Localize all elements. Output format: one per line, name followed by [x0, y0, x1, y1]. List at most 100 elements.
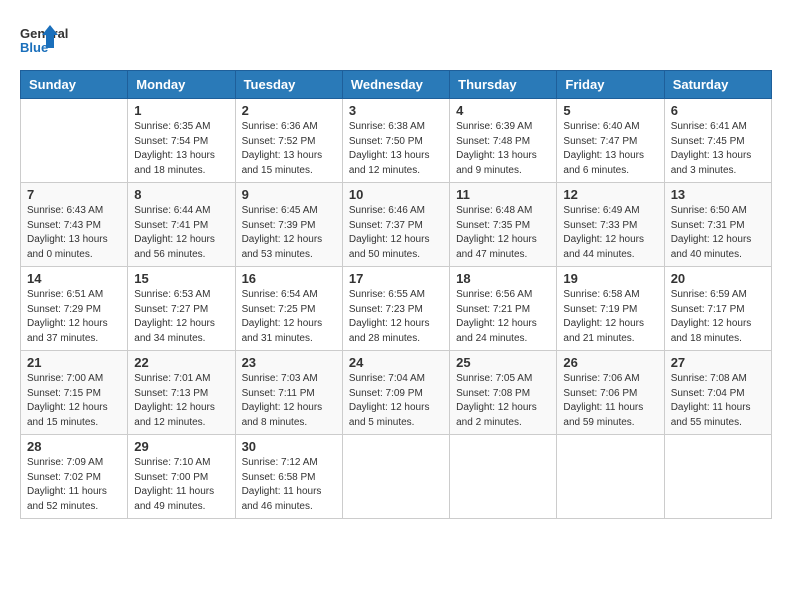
- day-number: 6: [671, 103, 765, 118]
- calendar-cell: 20 Sunrise: 6:59 AM Sunset: 7:17 PM Dayli…: [664, 267, 771, 351]
- day-number: 28: [27, 439, 121, 454]
- calendar-cell: 12 Sunrise: 6:49 AM Sunset: 7:33 PM Dayli…: [557, 183, 664, 267]
- calendar-cell: [21, 99, 128, 183]
- day-info: Sunrise: 6:53 AM Sunset: 7:27 PM Dayligh…: [134, 288, 228, 346]
- day-info: Sunrise: 6:59 AM Sunset: 7:17 PM Dayligh…: [671, 288, 765, 346]
- day-number: 10: [349, 187, 443, 202]
- day-number: 2: [242, 103, 336, 118]
- day-info: Sunrise: 6:55 AM Sunset: 7:23 PM Dayligh…: [349, 288, 443, 346]
- calendar-cell: 27 Sunrise: 7:08 AM Sunset: 7:04 PM Dayli…: [664, 351, 771, 435]
- day-info: Sunrise: 6:39 AM Sunset: 7:48 PM Dayligh…: [456, 120, 550, 178]
- logo-icon: General Blue: [20, 20, 100, 60]
- weekday-header-friday: Friday: [557, 71, 664, 99]
- calendar-cell: [664, 435, 771, 519]
- day-number: 29: [134, 439, 228, 454]
- calendar-cell: 8 Sunrise: 6:44 AM Sunset: 7:41 PM Daylig…: [128, 183, 235, 267]
- logo: General Blue: [20, 20, 100, 60]
- day-number: 1: [134, 103, 228, 118]
- day-info: Sunrise: 6:35 AM Sunset: 7:54 PM Dayligh…: [134, 120, 228, 178]
- calendar-cell: 19Sunrise: 6:58 AM Sunset: 7:19 PM Dayli…: [557, 267, 664, 351]
- day-number: 23: [242, 355, 336, 370]
- day-number: 12: [563, 187, 657, 202]
- calendar-cell: 29 Sunrise: 7:10 AM Sunset: 7:00 PM Dayli…: [128, 435, 235, 519]
- day-number: 11: [456, 187, 550, 202]
- day-info: Sunrise: 7:01 AM Sunset: 7:13 PM Dayligh…: [134, 372, 228, 430]
- day-number: 16: [242, 271, 336, 286]
- day-info: Sunrise: 7:12 AM Sunset: 6:58 PM Dayligh…: [242, 456, 336, 514]
- day-info: Sunrise: 6:36 AM Sunset: 7:52 PM Dayligh…: [242, 120, 336, 178]
- weekday-header-thursday: Thursday: [450, 71, 557, 99]
- day-info: Sunrise: 6:41 AM Sunset: 7:45 PM Dayligh…: [671, 120, 765, 178]
- day-info: Sunrise: 7:10 AM Sunset: 7:00 PM Dayligh…: [134, 456, 228, 514]
- calendar-cell: 28 Sunrise: 7:09 AM Sunset: 7:02 PM Dayli…: [21, 435, 128, 519]
- calendar-cell: [342, 435, 449, 519]
- day-info: Sunrise: 6:45 AM Sunset: 7:39 PM Dayligh…: [242, 204, 336, 262]
- page-header: General Blue: [20, 20, 772, 60]
- day-number: 15: [134, 271, 228, 286]
- day-info: Sunrise: 7:05 AM Sunset: 7:08 PM Dayligh…: [456, 372, 550, 430]
- day-number: 4: [456, 103, 550, 118]
- day-info: Sunrise: 7:06 AM Sunset: 7:06 PM Dayligh…: [563, 372, 657, 430]
- day-info: Sunrise: 7:04 AM Sunset: 7:09 PM Dayligh…: [349, 372, 443, 430]
- calendar-week-row: 14 Sunrise: 6:51 AM Sunset: 7:29 PM Dayli…: [21, 267, 772, 351]
- day-number: 27: [671, 355, 765, 370]
- calendar-cell: 15 Sunrise: 6:53 AM Sunset: 7:27 PM Dayli…: [128, 267, 235, 351]
- day-info: Sunrise: 7:00 AM Sunset: 7:15 PM Dayligh…: [27, 372, 121, 430]
- weekday-header-saturday: Saturday: [664, 71, 771, 99]
- calendar-cell: 17 Sunrise: 6:55 AM Sunset: 7:23 PM Dayli…: [342, 267, 449, 351]
- weekday-header-sunday: Sunday: [21, 71, 128, 99]
- day-info: Sunrise: 6:43 AM Sunset: 7:43 PM Dayligh…: [27, 204, 121, 262]
- day-info: Sunrise: 6:46 AM Sunset: 7:37 PM Dayligh…: [349, 204, 443, 262]
- calendar-week-row: 21 Sunrise: 7:00 AM Sunset: 7:15 PM Dayli…: [21, 351, 772, 435]
- calendar-cell: 24 Sunrise: 7:04 AM Sunset: 7:09 PM Dayli…: [342, 351, 449, 435]
- calendar-cell: 18Sunrise: 6:56 AM Sunset: 7:21 PM Dayli…: [450, 267, 557, 351]
- calendar-table: SundayMondayTuesdayWednesdayThursdayFrid…: [20, 70, 772, 519]
- day-number: 8: [134, 187, 228, 202]
- day-number: 30: [242, 439, 336, 454]
- calendar-cell: 16Sunrise: 6:54 AM Sunset: 7:25 PM Dayli…: [235, 267, 342, 351]
- calendar-cell: 22 Sunrise: 7:01 AM Sunset: 7:13 PM Dayli…: [128, 351, 235, 435]
- calendar-week-row: 28 Sunrise: 7:09 AM Sunset: 7:02 PM Dayli…: [21, 435, 772, 519]
- calendar-cell: 11 Sunrise: 6:48 AM Sunset: 7:35 PM Dayli…: [450, 183, 557, 267]
- day-info: Sunrise: 6:51 AM Sunset: 7:29 PM Dayligh…: [27, 288, 121, 346]
- day-info: Sunrise: 6:49 AM Sunset: 7:33 PM Dayligh…: [563, 204, 657, 262]
- day-number: 14: [27, 271, 121, 286]
- day-number: 7: [27, 187, 121, 202]
- calendar-cell: 25 Sunrise: 7:05 AM Sunset: 7:08 PM Dayli…: [450, 351, 557, 435]
- day-number: 3: [349, 103, 443, 118]
- day-info: Sunrise: 7:09 AM Sunset: 7:02 PM Dayligh…: [27, 456, 121, 514]
- calendar-cell: 4 Sunrise: 6:39 AM Sunset: 7:48 PM Daylig…: [450, 99, 557, 183]
- calendar-cell: [450, 435, 557, 519]
- day-number: 20: [671, 271, 765, 286]
- calendar-cell: 10 Sunrise: 6:46 AM Sunset: 7:37 PM Dayli…: [342, 183, 449, 267]
- calendar-cell: 13 Sunrise: 6:50 AM Sunset: 7:31 PM Dayli…: [664, 183, 771, 267]
- weekday-header-monday: Monday: [128, 71, 235, 99]
- calendar-cell: 21 Sunrise: 7:00 AM Sunset: 7:15 PM Dayli…: [21, 351, 128, 435]
- day-number: 17: [349, 271, 443, 286]
- day-info: Sunrise: 6:56 AM Sunset: 7:21 PM Dayligh…: [456, 288, 550, 346]
- day-number: 21: [27, 355, 121, 370]
- weekday-header-wednesday: Wednesday: [342, 71, 449, 99]
- day-number: 13: [671, 187, 765, 202]
- calendar-week-row: 1 Sunrise: 6:35 AM Sunset: 7:54 PM Daylig…: [21, 99, 772, 183]
- day-info: Sunrise: 6:50 AM Sunset: 7:31 PM Dayligh…: [671, 204, 765, 262]
- calendar-cell: 9Sunrise: 6:45 AM Sunset: 7:39 PM Daylig…: [235, 183, 342, 267]
- weekday-header-row: SundayMondayTuesdayWednesdayThursdayFrid…: [21, 71, 772, 99]
- weekday-header-tuesday: Tuesday: [235, 71, 342, 99]
- day-info: Sunrise: 6:48 AM Sunset: 7:35 PM Dayligh…: [456, 204, 550, 262]
- calendar-cell: 6 Sunrise: 6:41 AM Sunset: 7:45 PM Daylig…: [664, 99, 771, 183]
- day-number: 22: [134, 355, 228, 370]
- calendar-cell: 1 Sunrise: 6:35 AM Sunset: 7:54 PM Daylig…: [128, 99, 235, 183]
- day-info: Sunrise: 6:40 AM Sunset: 7:47 PM Dayligh…: [563, 120, 657, 178]
- day-number: 24: [349, 355, 443, 370]
- day-info: Sunrise: 7:08 AM Sunset: 7:04 PM Dayligh…: [671, 372, 765, 430]
- day-info: Sunrise: 7:03 AM Sunset: 7:11 PM Dayligh…: [242, 372, 336, 430]
- calendar-cell: 26 Sunrise: 7:06 AM Sunset: 7:06 PM Dayli…: [557, 351, 664, 435]
- day-number: 26: [563, 355, 657, 370]
- calendar-cell: 7 Sunrise: 6:43 AM Sunset: 7:43 PM Daylig…: [21, 183, 128, 267]
- calendar-cell: [557, 435, 664, 519]
- day-info: Sunrise: 6:38 AM Sunset: 7:50 PM Dayligh…: [349, 120, 443, 178]
- day-info: Sunrise: 6:44 AM Sunset: 7:41 PM Dayligh…: [134, 204, 228, 262]
- day-number: 25: [456, 355, 550, 370]
- day-info: Sunrise: 6:58 AM Sunset: 7:19 PM Dayligh…: [563, 288, 657, 346]
